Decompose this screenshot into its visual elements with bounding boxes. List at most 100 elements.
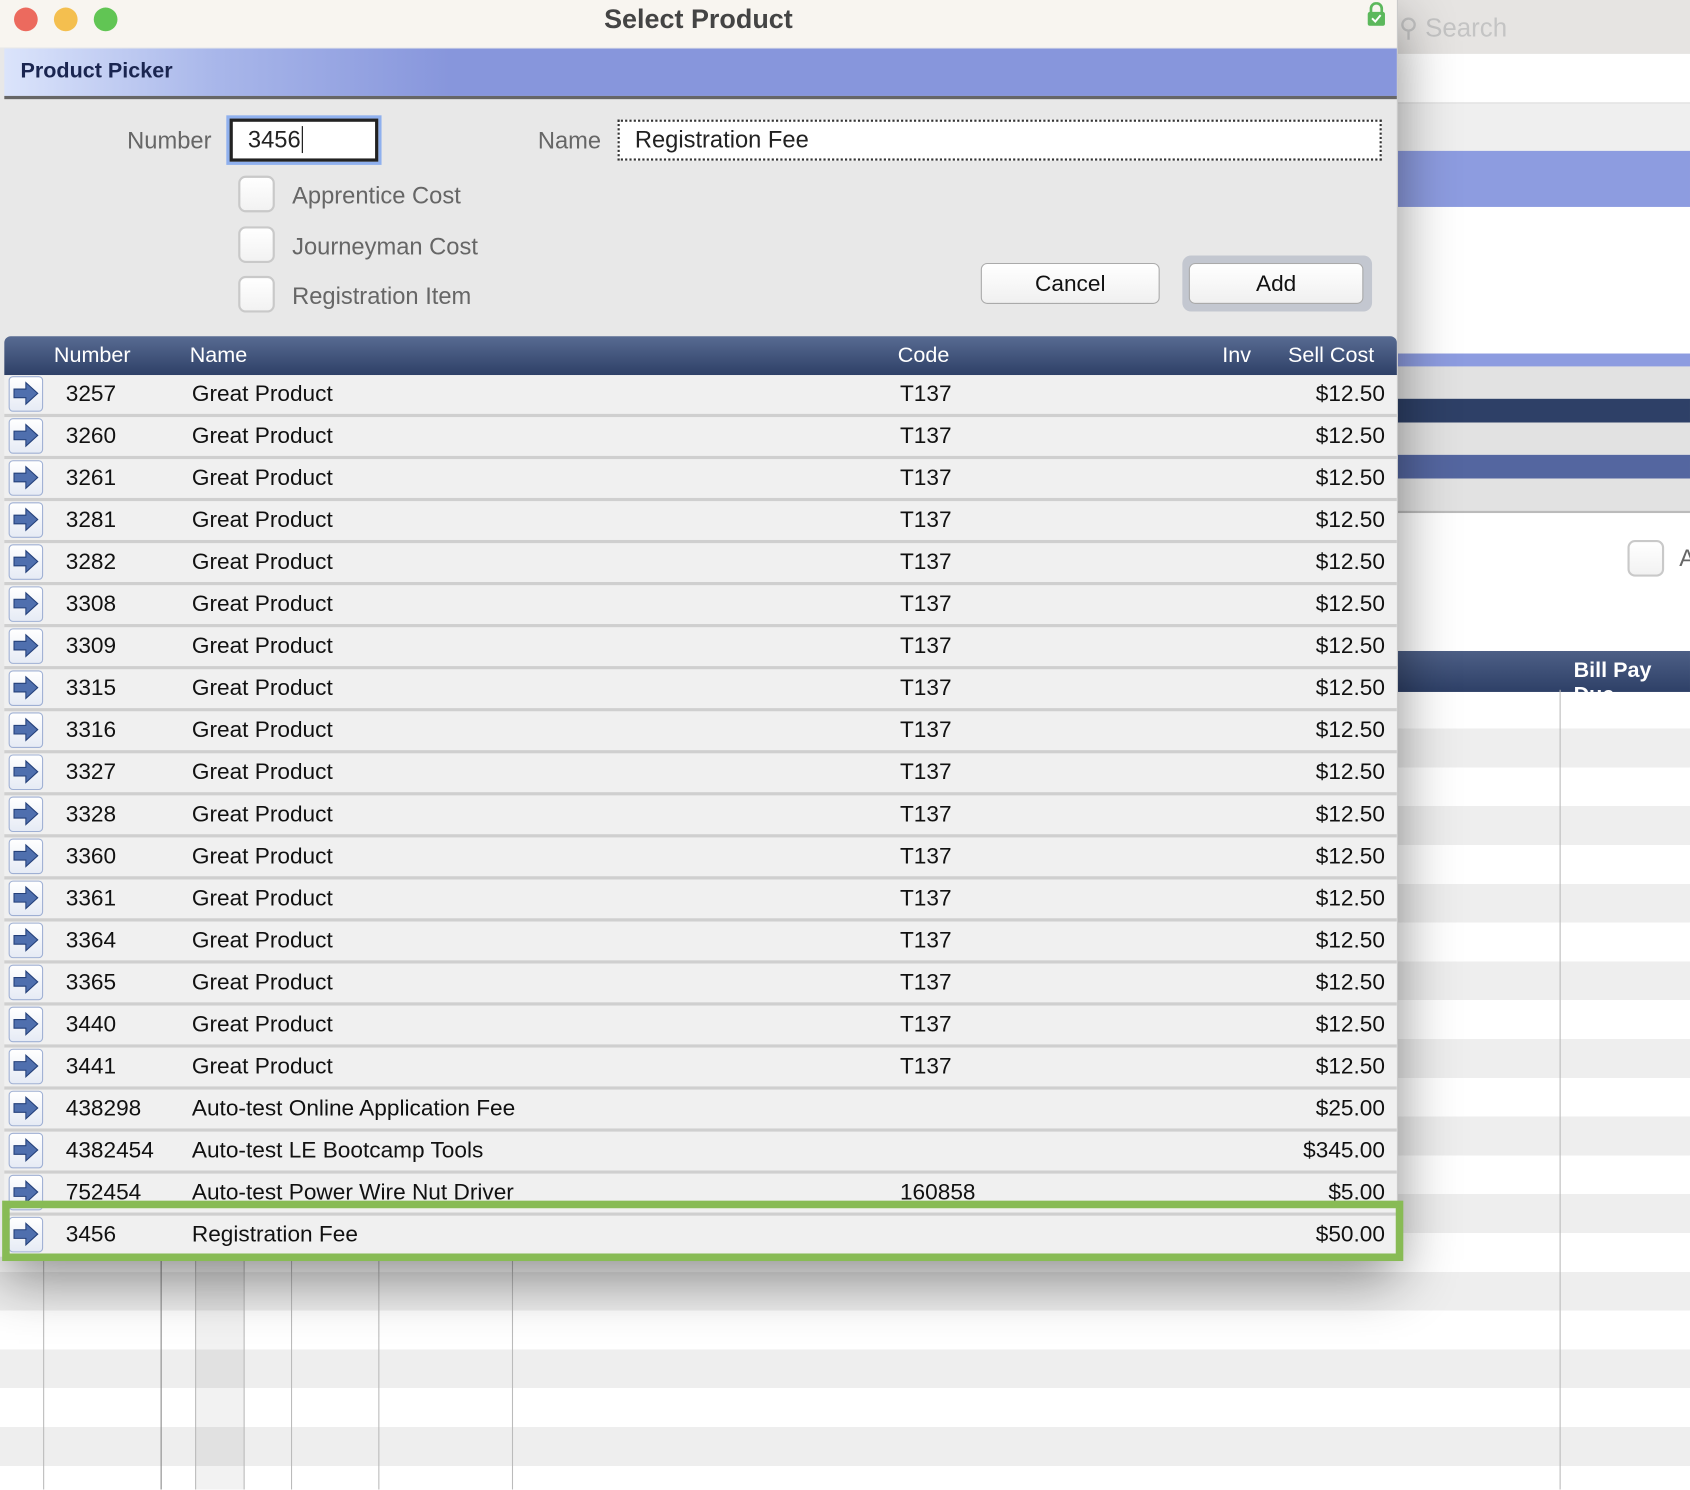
table-row[interactable]: 438298 Auto-test Online Application Fee … (4, 1089, 1397, 1132)
cell-code: T137 (899, 591, 952, 617)
title-bar: Select Product (0, 0, 1397, 48)
select-arrow-icon[interactable] (8, 418, 44, 454)
table-row[interactable]: 3365 Great Product T137 $12.50 (4, 963, 1397, 1006)
apprentice-cost-checkbox[interactable] (238, 175, 275, 213)
add-button[interactable]: Add (1188, 262, 1364, 304)
table-row[interactable]: 3315 Great Product T137 $12.50 (4, 669, 1397, 712)
select-arrow-icon[interactable] (8, 376, 44, 412)
cell-sell-cost: $12.50 (1315, 549, 1385, 575)
column-inv[interactable]: Inv (1222, 344, 1251, 369)
select-arrow-icon[interactable] (8, 544, 44, 580)
select-arrow-icon[interactable] (8, 1090, 44, 1127)
cell-code: T137 (899, 423, 952, 449)
table-row[interactable]: 3360 Great Product T137 $12.50 (4, 837, 1397, 880)
cell-name: Great Product (191, 675, 333, 701)
background-band (1396, 366, 1690, 399)
cell-name: Great Product (191, 801, 333, 827)
table-row[interactable]: 3281 Great Product T137 $12.50 (4, 501, 1397, 544)
select-arrow-icon[interactable] (8, 922, 44, 959)
table-row[interactable]: 3327 Great Product T137 $12.50 (4, 753, 1397, 796)
cell-sell-cost: $12.50 (1315, 843, 1385, 869)
background-search-field[interactable]: ⚲ Search (1399, 13, 1507, 44)
select-arrow-icon[interactable] (8, 502, 44, 538)
number-input[interactable]: 3456​ (229, 118, 379, 162)
cell-sell-cost: $12.50 (1315, 885, 1385, 911)
cell-code: T137 (899, 970, 952, 995)
column-number[interactable]: Number (54, 344, 131, 369)
cell-number: 3282 (65, 549, 117, 575)
background-band (1396, 102, 1690, 152)
table-row[interactable]: 3282 Great Product T137 $12.50 (4, 543, 1397, 586)
select-arrow-icon[interactable] (8, 1006, 44, 1043)
background-band (1396, 478, 1690, 514)
cell-code: T137 (899, 1012, 952, 1037)
cell-code: T137 (899, 675, 952, 701)
journeyman-cost-checkbox[interactable] (238, 226, 275, 263)
select-arrow-icon[interactable] (8, 796, 44, 833)
select-arrow-icon[interactable] (8, 712, 44, 748)
column-bill-pay-due: Bill Pay Due (1573, 658, 1652, 708)
background-checkbox[interactable] (1627, 539, 1665, 577)
product-picker-banner: Product Picker (4, 48, 1397, 100)
select-arrow-icon[interactable] (8, 586, 44, 622)
cell-name: Great Product (191, 381, 333, 407)
name-label: Name (537, 127, 602, 155)
select-arrow-icon[interactable] (8, 1132, 44, 1169)
cell-code: T137 (899, 549, 952, 575)
cancel-button[interactable]: Cancel (980, 262, 1160, 304)
table-row[interactable]: 3257 Great Product T137 $12.50 (4, 375, 1397, 418)
select-arrow-icon[interactable] (8, 1048, 44, 1085)
select-arrow-icon[interactable] (8, 670, 44, 706)
cell-sell-cost: $12.50 (1315, 633, 1385, 659)
background-band (1396, 454, 1690, 479)
cell-sell-cost: $345.00 (1303, 1138, 1385, 1163)
name-value: Registration Fee (634, 126, 809, 154)
cell-sell-cost: $12.50 (1315, 717, 1385, 743)
table-row[interactable]: 3260 Great Product T137 $12.50 (4, 417, 1397, 460)
table-row[interactable]: 3308 Great Product T137 $12.50 (4, 585, 1397, 628)
table-row[interactable]: 3261 Great Product T137 $12.50 (4, 459, 1397, 502)
table-row[interactable]: 3364 Great Product T137 $12.50 (4, 921, 1397, 964)
cell-sell-cost: $12.50 (1315, 675, 1385, 701)
select-arrow-icon[interactable] (8, 838, 44, 875)
cell-number: 3261 (65, 465, 117, 491)
lock-icon (1367, 2, 1385, 26)
registration-item-checkbox[interactable] (238, 275, 275, 313)
table-row[interactable]: 3316 Great Product T137 $12.50 (4, 711, 1397, 754)
cell-code: T137 (899, 507, 952, 533)
table-row[interactable]: 3441 Great Product T137 $12.50 (4, 1047, 1397, 1090)
column-name[interactable]: Name (190, 344, 248, 369)
cell-sell-cost: $12.50 (1315, 1012, 1385, 1037)
select-arrow-icon[interactable] (8, 460, 44, 496)
background-band (1396, 422, 1690, 455)
table-row[interactable]: 3440 Great Product T137 $12.50 (4, 1005, 1397, 1048)
table-row[interactable]: 3361 Great Product T137 $12.50 (4, 879, 1397, 922)
select-arrow-icon[interactable] (8, 880, 44, 917)
search-placeholder: Search (1425, 14, 1508, 44)
select-arrow-icon[interactable] (8, 964, 44, 1001)
cell-sell-cost: $12.50 (1315, 970, 1385, 995)
cell-number: 3257 (65, 381, 117, 407)
cell-name: Great Product (191, 843, 333, 869)
number-label: Number (127, 127, 212, 155)
table-row[interactable]: 3309 Great Product T137 $12.50 (4, 627, 1397, 670)
cell-name: Great Product (191, 465, 333, 491)
name-input[interactable]: Registration Fee (617, 119, 1382, 161)
cell-number: 3260 (65, 423, 117, 449)
select-arrow-icon[interactable] (8, 754, 44, 791)
cell-name: Great Product (191, 970, 333, 995)
background-band (1396, 353, 1690, 367)
table-row[interactable]: 4382454 Auto-test LE Bootcamp Tools $345… (4, 1131, 1397, 1174)
apprentice-cost-label: Apprentice Cost (292, 182, 461, 210)
column-sell-cost[interactable]: Sell Cost (1288, 344, 1374, 369)
column-code[interactable]: Code (898, 344, 950, 369)
table-row[interactable]: 3328 Great Product T137 $12.50 (4, 795, 1397, 838)
cell-code: T137 (899, 381, 952, 407)
cell-code: T137 (899, 1054, 952, 1079)
cell-sell-cost: $12.50 (1315, 801, 1385, 827)
background-band (1396, 398, 1690, 423)
table-header: Number Name Code Inv Sell Cost (4, 336, 1397, 376)
select-arrow-icon[interactable] (8, 628, 44, 664)
journeyman-cost-label: Journeyman Cost (292, 232, 478, 260)
divider (1559, 689, 1561, 1490)
